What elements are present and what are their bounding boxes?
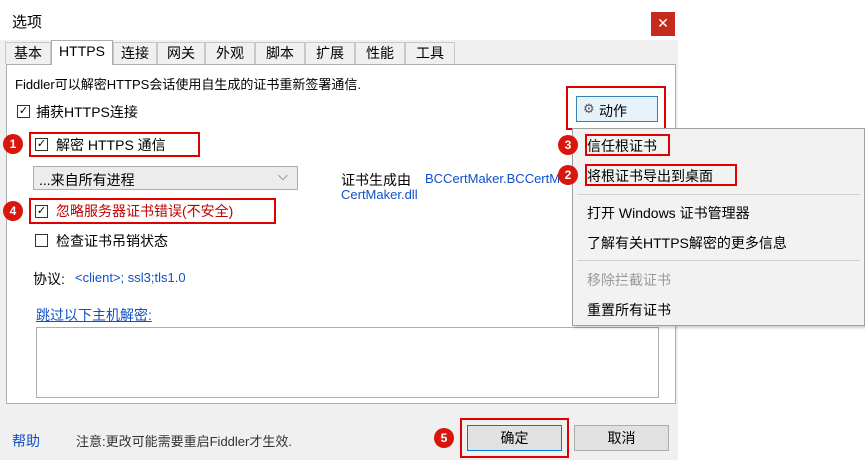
skip-hosts-link[interactable]: 跳过以下主机解密:	[36, 305, 152, 325]
tab-performance[interactable]: 性能	[355, 42, 405, 64]
menu-separator	[577, 260, 860, 261]
tab-scripting[interactable]: 脚本	[255, 42, 305, 64]
process-filter-select[interactable]: ...来自所有进程 ⌵	[33, 166, 298, 190]
https-description: Fiddler可以解密HTTPS会话使用自生成的证书重新签署通信.	[15, 77, 361, 92]
ignore-cert-errors-label: 忽略服务器证书错误(不安全)	[56, 203, 234, 219]
ignore-cert-errors-checkbox[interactable]: ✓	[35, 205, 48, 218]
annotation-badge-3: 3	[558, 135, 578, 155]
checkmark-icon: ✓	[36, 138, 47, 150]
tab-connections[interactable]: 连接	[113, 42, 157, 64]
actions-menu: 信任根证书 将根证书导出到桌面 打开 Windows 证书管理器 了解有关HTT…	[572, 128, 865, 326]
gear-icon: ⚙	[583, 101, 595, 116]
capture-https-checkbox[interactable]: ✓	[17, 105, 30, 118]
annotation-badge-1: 1	[3, 134, 23, 154]
cert-generator-link[interactable]: BCCertMaker.BCCertM	[425, 171, 560, 186]
decrypt-https-label: 解密 HTTPS 通信	[56, 137, 166, 153]
protocols-link[interactable]: <client>; ssl3;tls1.0	[75, 270, 186, 285]
menu-item-remove-interception-certs: 移除拦截证书	[587, 272, 671, 288]
title-bar: 选项 ✕	[0, 0, 678, 40]
close-button[interactable]: ✕	[651, 12, 675, 36]
menu-item-learn-more[interactable]: 了解有关HTTPS解密的更多信息	[587, 233, 787, 253]
menu-item-open-cert-manager[interactable]: 打开 Windows 证书管理器	[587, 203, 750, 223]
menu-separator	[577, 194, 860, 195]
tab-basic[interactable]: 基本	[5, 42, 51, 64]
menu-item-reset-all-certs[interactable]: 重置所有证书	[587, 300, 671, 320]
check-revocation-checkbox[interactable]	[35, 234, 48, 247]
annotation-badge-4: 4	[3, 201, 23, 221]
tab-gateway[interactable]: 网关	[157, 42, 205, 64]
checkmark-icon: ✓	[36, 205, 47, 217]
capture-https-label: 捕获HTTPS连接	[36, 104, 138, 120]
menu-item-export-root-cert[interactable]: 将根证书导出到桌面	[587, 166, 713, 186]
check-revocation-label: 检查证书吊销状态	[56, 233, 168, 249]
tab-tools[interactable]: 工具	[405, 42, 455, 64]
actions-button-label: 动作	[599, 103, 627, 119]
skip-hosts-textarea[interactable]	[36, 327, 659, 398]
dialog-title: 选项	[12, 14, 43, 31]
restart-note: 注意:更改可能需要重启Fiddler才生效.	[76, 434, 292, 449]
tab-extensions[interactable]: 扩展	[305, 42, 355, 64]
close-icon: ✕	[657, 15, 669, 31]
chevron-down-icon: ⌵	[278, 168, 288, 183]
help-link[interactable]: 帮助	[12, 431, 40, 451]
annotation-badge-2: 2	[558, 165, 578, 185]
annotation-badge-5: 5	[434, 428, 454, 448]
checkmark-icon: ✓	[18, 105, 29, 117]
process-filter-value: ...来自所有进程	[39, 172, 135, 188]
tab-https[interactable]: HTTPS	[51, 40, 113, 65]
tab-appearance[interactable]: 外观	[205, 42, 255, 64]
menu-item-trust-root-cert[interactable]: 信任根证书	[587, 136, 657, 156]
cert-generator-link-cont[interactable]: CertMaker.dll	[341, 187, 418, 202]
ok-button[interactable]: 确定	[467, 425, 562, 451]
protocols-label: 协议:	[33, 271, 65, 287]
cancel-button[interactable]: 取消	[574, 425, 669, 451]
decrypt-https-checkbox[interactable]: ✓	[35, 138, 48, 151]
actions-button[interactable]: ⚙ 动作	[576, 96, 658, 122]
